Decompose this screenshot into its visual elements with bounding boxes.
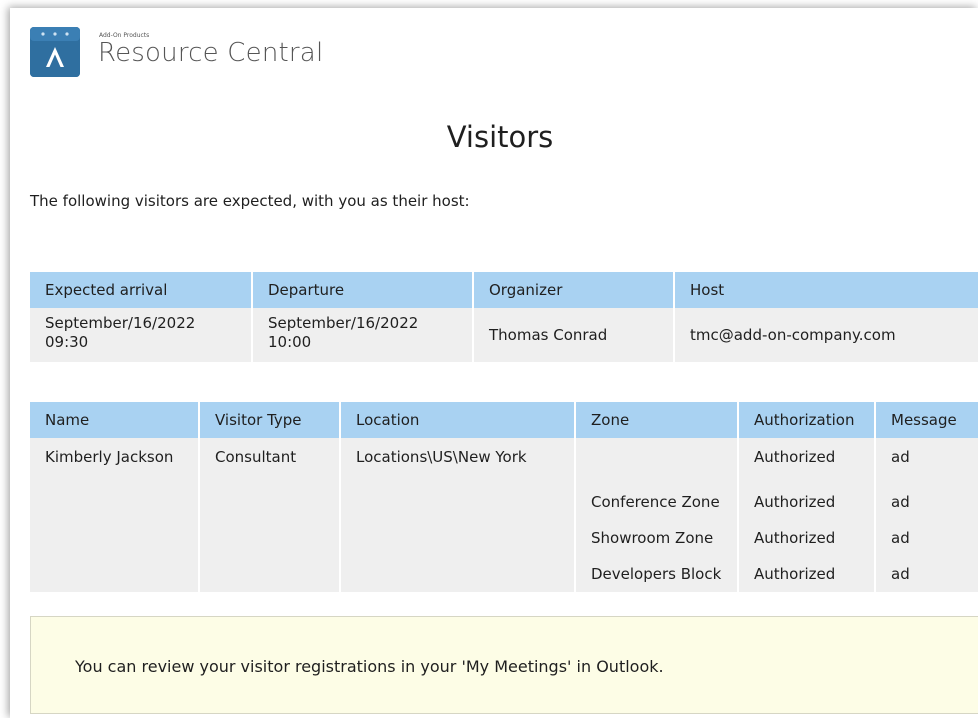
notice-text: You can review your visitor registration…	[75, 657, 664, 676]
message-cell: ad	[875, 484, 978, 520]
header-expected-arrival: Expected arrival	[30, 272, 253, 308]
header-visitor-type: Visitor Type	[199, 402, 341, 438]
meeting-row: September/16/2022 09:30 September/16/202…	[30, 308, 978, 362]
meeting-table: Expected arrival Departure Organizer Hos…	[30, 272, 978, 362]
authorization-cell: Authorized	[738, 556, 876, 592]
message-cell: ad	[875, 520, 978, 556]
departure-time: 10:00	[268, 333, 312, 351]
arrival-date: September/16/2022	[45, 314, 196, 332]
header-location: Location	[340, 402, 576, 438]
zone-cell: Developers Block	[575, 556, 739, 592]
intro-text: The following visitors are expected, wit…	[30, 192, 470, 210]
header-name: Name	[30, 402, 200, 438]
header-host: Host	[674, 272, 978, 308]
brand-title: Resource Central	[98, 38, 324, 68]
visitor-name: Kimberly Jackson	[30, 438, 200, 592]
email-frame: Add-On Products Resource Central Visitor…	[10, 8, 978, 718]
authorization-cell: Authorized	[738, 520, 876, 556]
organizer-cell: Thomas Conrad	[473, 308, 675, 362]
departure-cell: September/16/2022 10:00	[252, 308, 474, 362]
arrival-cell: September/16/2022 09:30	[30, 308, 253, 362]
visitor-location: Locations\US\New York	[340, 438, 576, 592]
table-row: Kimberly Jackson Consultant Locations\US…	[30, 438, 978, 592]
page-title: Visitors	[446, 120, 554, 154]
departure-date: September/16/2022	[268, 314, 419, 332]
zone-cell: Conference Zone	[575, 484, 739, 520]
host-cell: tmc@add-on-company.com	[674, 308, 978, 362]
authorization-cell: Authorized	[738, 438, 876, 484]
authorization-cell: Authorized	[738, 484, 876, 520]
visitor-type: Consultant	[199, 438, 341, 592]
message-cell: ad	[875, 556, 978, 592]
header-authorization: Authorization	[738, 402, 876, 438]
message-cell: ad	[875, 438, 978, 484]
header-message: Message	[875, 402, 978, 438]
zone-cell: Showroom Zone	[575, 520, 739, 556]
visitor-table-header: Name Visitor Type Location Zone Authoriz…	[30, 402, 978, 438]
meeting-table-header: Expected arrival Departure Organizer Hos…	[30, 272, 978, 308]
header-departure: Departure	[252, 272, 474, 308]
arrival-time: 09:30	[45, 333, 89, 351]
header-zone: Zone	[575, 402, 739, 438]
notice-box: You can review your visitor registration…	[30, 616, 978, 714]
zone-cell	[575, 438, 739, 484]
visitor-table: Name Visitor Type Location Zone Authoriz…	[30, 402, 978, 592]
header-organizer: Organizer	[473, 272, 675, 308]
resource-central-logo-icon	[30, 27, 80, 77]
